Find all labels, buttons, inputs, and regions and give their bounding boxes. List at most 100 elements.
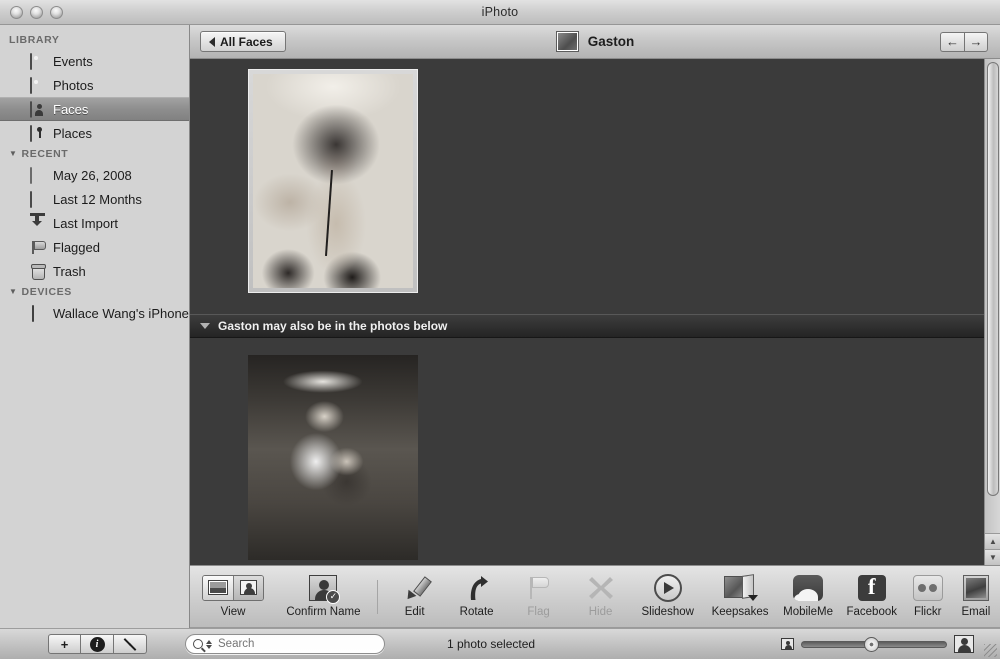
toolbar-label: Email bbox=[961, 605, 991, 618]
calendar-icon bbox=[30, 190, 46, 208]
confirm-name-button[interactable]: ✓ Confirm Name bbox=[276, 568, 371, 626]
title-bar: iPhoto bbox=[0, 0, 1000, 25]
sidebar-section-recent[interactable]: ▼ RECENT bbox=[0, 145, 189, 163]
sidebar-item-photos[interactable]: Photos bbox=[0, 73, 189, 97]
confirmed-photos-grid bbox=[190, 59, 984, 565]
info-button[interactable]: i bbox=[81, 634, 114, 654]
toolbar-label: Confirm Name bbox=[286, 605, 361, 618]
add-album-button[interactable]: + bbox=[48, 634, 81, 654]
view-toggle[interactable]: View bbox=[190, 568, 276, 626]
toolbar-label: Keepsakes bbox=[711, 605, 769, 618]
photos-icon bbox=[30, 76, 46, 94]
edit-button[interactable]: Edit bbox=[384, 568, 446, 626]
disclosure-triangle-icon[interactable] bbox=[200, 323, 210, 329]
sidebar-section-recent-label: RECENT bbox=[21, 148, 69, 160]
event-blank-icon bbox=[30, 166, 46, 184]
import-icon bbox=[30, 212, 46, 231]
sidebar-item-events[interactable]: Events bbox=[0, 49, 189, 73]
all-faces-back-button[interactable]: All Faces bbox=[200, 31, 286, 52]
sidebar-item-places[interactable]: Places bbox=[0, 121, 189, 145]
sidebar-section-devices[interactable]: ▼ DEVICES bbox=[0, 283, 189, 301]
faces-icon bbox=[30, 100, 46, 118]
slideshow-button[interactable]: Slideshow bbox=[632, 568, 704, 626]
sidebar-item-label: Places bbox=[53, 125, 93, 141]
sidebar: LIBRARY Events Photos Faces Places ▼ REC… bbox=[0, 25, 190, 628]
navigation-bar: All Faces Gaston ← → bbox=[190, 25, 1000, 59]
search-scope-chevrons-icon[interactable] bbox=[206, 639, 212, 649]
rotate-icon bbox=[464, 572, 490, 604]
fullscreen-button[interactable] bbox=[114, 634, 147, 654]
sidebar-item-last-import[interactable]: Last Import bbox=[0, 211, 189, 235]
sidebar-item-iphone[interactable]: Wallace Wang's iPhone bbox=[0, 301, 189, 325]
email-button[interactable]: Email bbox=[952, 568, 1000, 626]
bottom-toolbar: View ✓ Confirm Name Edit Rotate Flag Hid… bbox=[190, 565, 1000, 628]
mobileme-button[interactable]: MobileMe bbox=[776, 568, 840, 626]
zoom-slider-knob[interactable] bbox=[864, 636, 879, 652]
previous-face-button[interactable]: ← bbox=[940, 31, 964, 52]
view-segmented-icon bbox=[202, 572, 265, 604]
next-face-button[interactable]: → bbox=[964, 31, 988, 52]
photo-browser: ▲ ▼ bbox=[190, 59, 1000, 565]
book-icon bbox=[724, 572, 759, 604]
sidebar-item-may-26-2008[interactable]: May 26, 2008 bbox=[0, 163, 189, 187]
flickr-button[interactable]: Flickr bbox=[904, 568, 952, 626]
breadcrumb: Gaston bbox=[190, 31, 1000, 52]
iphoto-window: iPhoto LIBRARY Events Photos Faces Place… bbox=[0, 0, 1000, 659]
window-title: iPhoto bbox=[481, 5, 519, 19]
pencil-icon bbox=[402, 572, 428, 604]
scrollbar-thumb[interactable] bbox=[987, 62, 999, 496]
sidebar-item-label: Photos bbox=[53, 77, 94, 93]
flickr-icon bbox=[912, 572, 943, 604]
hide-button[interactable]: Hide bbox=[570, 568, 632, 626]
sidebar-item-label: Trash bbox=[53, 263, 86, 279]
resize-grip[interactable] bbox=[984, 644, 997, 657]
scroll-down-arrow-icon[interactable]: ▼ bbox=[985, 549, 1000, 565]
info-icon: i bbox=[89, 636, 105, 652]
vertical-scrollbar[interactable]: ▲ ▼ bbox=[984, 59, 1000, 565]
navigation-arrows: ← → bbox=[940, 31, 988, 52]
play-icon bbox=[653, 572, 682, 604]
search-input[interactable] bbox=[218, 638, 358, 650]
events-icon bbox=[30, 52, 46, 70]
suggestion-bar-label: Gaston may also be in the photos below bbox=[218, 319, 448, 333]
sidebar-item-label: Faces bbox=[53, 101, 89, 117]
scroll-up-arrow-icon[interactable]: ▲ bbox=[985, 533, 1000, 549]
sidebar-item-flagged[interactable]: Flagged bbox=[0, 235, 189, 259]
iphone-icon bbox=[30, 304, 46, 322]
toolbar-label: Flickr bbox=[913, 605, 942, 618]
sidebar-section-library: LIBRARY bbox=[0, 31, 189, 49]
page-title: Gaston bbox=[587, 34, 635, 49]
sidebar-item-faces[interactable]: Faces bbox=[0, 97, 189, 121]
fullscreen-icon bbox=[123, 638, 138, 651]
toolbar-label: Hide bbox=[588, 605, 613, 618]
facebook-icon: f bbox=[857, 572, 886, 604]
toolbar-label: Rotate bbox=[459, 605, 494, 618]
sidebar-item-label: May 26, 2008 bbox=[53, 167, 132, 183]
sidebar-item-label: Last 12 Months bbox=[53, 191, 142, 207]
view-photos-segment[interactable] bbox=[203, 575, 234, 600]
x-glyph bbox=[588, 576, 613, 599]
sidebar-section-devices-label: DEVICES bbox=[21, 286, 72, 298]
sidebar-item-label: Wallace Wang's iPhone bbox=[53, 305, 189, 321]
flag-button[interactable]: Flag bbox=[508, 568, 570, 626]
zoom-slider-track[interactable] bbox=[801, 636, 947, 652]
toolbar-divider bbox=[376, 579, 378, 614]
facebook-button[interactable]: f Facebook bbox=[840, 568, 904, 626]
places-icon bbox=[30, 124, 46, 142]
small-thumbnail-icon bbox=[781, 638, 794, 650]
thumbnail-size-slider bbox=[781, 635, 974, 653]
suggested-photo-thumbnail[interactable] bbox=[248, 355, 418, 560]
sidebar-item-last-12-months[interactable]: Last 12 Months bbox=[0, 187, 189, 211]
chevron-down-icon: ▼ bbox=[9, 287, 18, 296]
flag-icon bbox=[526, 572, 552, 604]
keepsakes-button[interactable]: Keepsakes bbox=[704, 568, 776, 626]
rotate-button[interactable]: Rotate bbox=[446, 568, 508, 626]
view-faces-segment[interactable] bbox=[233, 575, 264, 600]
photo-image bbox=[248, 355, 418, 560]
back-arrow-icon bbox=[209, 36, 215, 47]
sidebar-item-trash[interactable]: Trash bbox=[0, 259, 189, 283]
suggestion-bar[interactable]: Gaston may also be in the photos below bbox=[190, 314, 984, 338]
search-field[interactable] bbox=[185, 634, 385, 654]
trash-icon bbox=[30, 264, 46, 279]
photo-thumbnail-selected[interactable] bbox=[248, 69, 418, 293]
